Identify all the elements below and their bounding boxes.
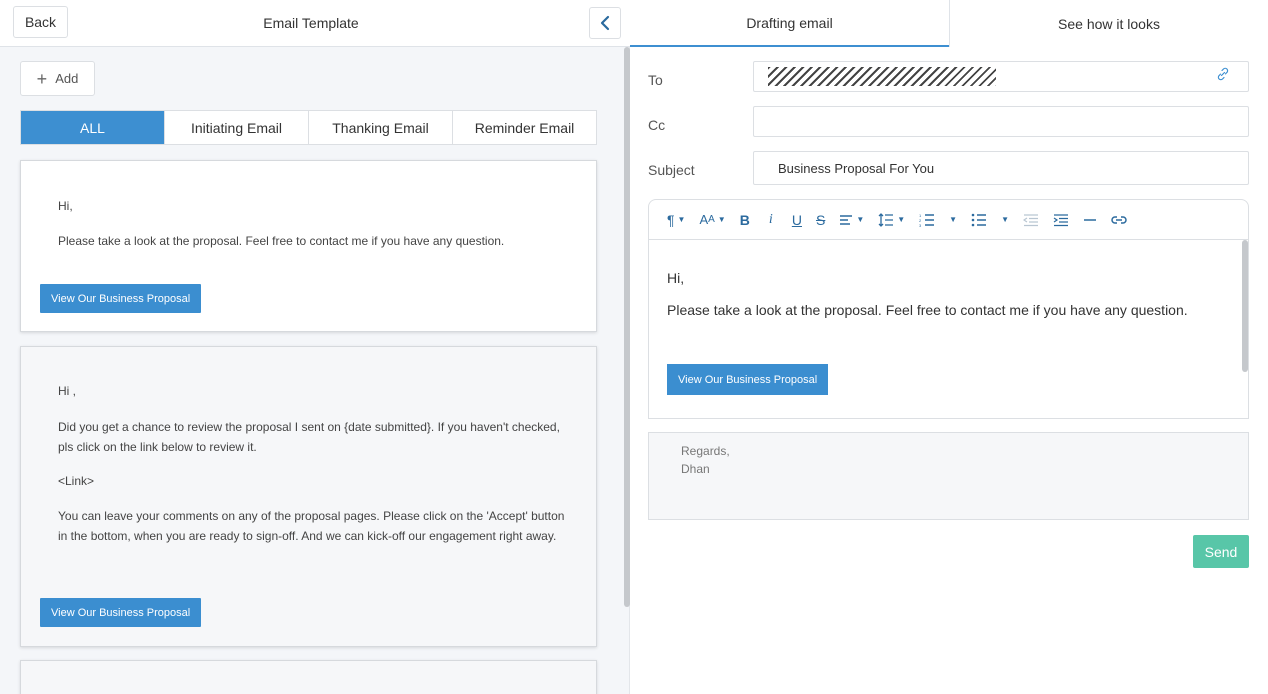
card-link-placeholder: <Link>	[58, 474, 95, 488]
compose-panel: Drafting email See how it looks To Cc Su…	[630, 0, 1268, 694]
outdent-icon[interactable]	[1023, 200, 1039, 240]
page-title: Email Template	[263, 15, 359, 31]
template-filter-tabs: ALL Initiating Email Thanking Email Remi…	[20, 110, 597, 145]
compose-tabs: Drafting email See how it looks	[630, 0, 1268, 47]
cc-label: Cc	[648, 117, 666, 133]
tab-preview[interactable]: See how it looks	[949, 0, 1268, 47]
add-label: Add	[55, 71, 79, 86]
editor-proposal-button[interactable]: View Our Business Proposal	[667, 364, 829, 395]
card-proposal-button[interactable]: View Our Business Proposal	[40, 284, 202, 313]
underline-icon[interactable]: U	[792, 200, 802, 240]
to-label: To	[648, 72, 663, 88]
card-proposal-button[interactable]: View Our Business Proposal	[40, 598, 202, 627]
line-height-icon[interactable]: ▼	[878, 200, 905, 240]
card-greeting: Hi ,	[58, 384, 76, 398]
chevron-left-icon	[600, 15, 610, 31]
unordered-list-dropdown-icon[interactable]: ▼	[1001, 200, 1009, 240]
signature-name: Dhan	[681, 462, 710, 476]
to-field[interactable]	[753, 61, 1249, 92]
template-panel: Email Template Back + Add ALL Initiating…	[0, 0, 630, 694]
ordered-list-icon[interactable]: 123	[919, 200, 935, 240]
link-icon[interactable]	[1216, 67, 1230, 81]
bold-icon[interactable]: B	[740, 200, 750, 240]
unordered-list-icon[interactable]	[971, 200, 987, 240]
filter-tab-reminder[interactable]: Reminder Email	[453, 111, 596, 144]
strikethrough-icon[interactable]: S	[816, 200, 825, 240]
insert-link-icon[interactable]	[1111, 200, 1127, 240]
paragraph-format-icon[interactable]: ¶ ▼	[667, 200, 685, 240]
indent-icon[interactable]	[1053, 200, 1069, 240]
back-button[interactable]: Back	[13, 6, 68, 38]
font-size-icon[interactable]: A A ▼	[699, 200, 725, 240]
subject-label: Subject	[648, 162, 695, 178]
tab-drafting-email[interactable]: Drafting email	[630, 0, 949, 47]
email-app: Email Template Back + Add ALL Initiating…	[0, 0, 1268, 694]
template-card[interactable]: Hi , Did you get a chance to review the …	[20, 346, 597, 647]
editor-toolbar: ¶ ▼ A A ▼ B i U S ▼ ▼ 123 ▼ ▼	[648, 199, 1249, 239]
card-body: Please take a look at the proposal. Feel…	[58, 234, 505, 248]
subject-field[interactable]: Business Proposal For You	[753, 151, 1249, 185]
filter-tab-all[interactable]: ALL	[21, 111, 165, 144]
signature-line: Regards,	[681, 444, 730, 458]
filter-tab-thanking[interactable]: Thanking Email	[309, 111, 453, 144]
card-greeting: Hi,	[58, 199, 73, 213]
template-card[interactable]: Hi, Please take a look at the proposal. …	[20, 160, 597, 332]
plus-icon: +	[36, 68, 48, 89]
template-card[interactable]	[20, 660, 597, 694]
card-body: Did you get a chance to review the propo…	[58, 420, 560, 454]
italic-icon[interactable]: i	[764, 200, 778, 240]
template-panel-header: Email Template Back	[0, 0, 630, 47]
filter-tab-initiating[interactable]: Initiating Email	[165, 111, 309, 144]
send-button[interactable]: Send	[1193, 535, 1249, 568]
email-body-editor[interactable]: Hi, Please take a look at the proposal. …	[648, 239, 1249, 419]
horizontal-rule-icon[interactable]	[1083, 200, 1097, 240]
editor-body-text: Please take a look at the proposal. Feel…	[667, 302, 1188, 318]
card-body: You can leave your comments on any of th…	[58, 509, 565, 543]
editor-greeting: Hi,	[667, 270, 685, 286]
redacted-recipient	[768, 67, 996, 86]
align-icon[interactable]: ▼	[839, 200, 864, 240]
svg-text:3: 3	[919, 223, 922, 227]
collapse-button[interactable]	[589, 7, 621, 39]
ordered-list-dropdown-icon[interactable]: ▼	[949, 200, 957, 240]
add-template-button[interactable]: + Add	[20, 61, 95, 96]
editor-scrollbar[interactable]	[1242, 240, 1248, 372]
signature-box[interactable]: Regards, Dhan	[648, 432, 1249, 520]
cc-field[interactable]	[753, 106, 1249, 137]
